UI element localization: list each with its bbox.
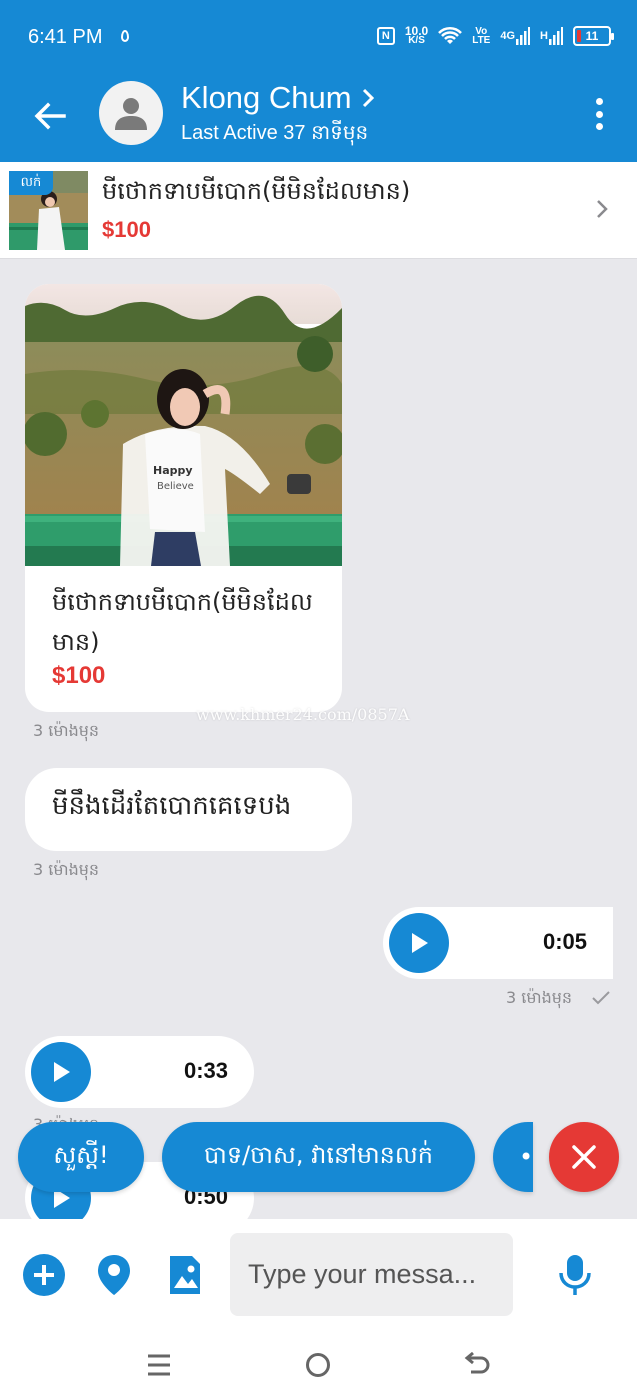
message-input[interactable]	[230, 1233, 513, 1316]
back-nav-button[interactable]	[459, 1347, 495, 1383]
data-saver-icon	[121, 30, 129, 42]
network-speed-unit: K/S	[408, 35, 425, 46]
outgoing-audio-message: 0:05	[383, 907, 613, 979]
chevron-right-icon	[362, 88, 374, 108]
close-icon	[572, 1145, 596, 1169]
quick-reply-still-available[interactable]: បាទ/ចាស, វានៅមានលក់	[162, 1122, 475, 1192]
person-icon	[115, 98, 147, 130]
product-price: $100	[102, 217, 151, 242]
message-text: មីនឹងដើរតែបោកគេទេបង	[52, 791, 292, 821]
status-bar: 6:41 PM N 10.0 K/S Vo LTE 4G H 11	[0, 0, 637, 76]
card-price: $100	[52, 662, 106, 689]
plus-circle-icon	[23, 1254, 65, 1296]
audio-duration: 0:05	[542, 929, 587, 954]
sent-check-icon	[592, 991, 610, 1005]
contact-name-label: Klong Chum	[181, 80, 352, 115]
volte-icon: Vo LTE	[472, 27, 491, 46]
avatar[interactable]	[99, 81, 163, 145]
quick-reply-label: បាទ/ចាស, វានៅមានលក់	[203, 1140, 433, 1169]
card-title: មីថោកទាបមីបោក(មីមិនដែលមាន)	[52, 588, 313, 656]
more-dot-icon	[595, 98, 603, 105]
voice-record-button[interactable]	[553, 1253, 597, 1297]
message-timestamp: 3 ម៉ោងមុន	[33, 860, 100, 879]
add-button[interactable]	[22, 1253, 66, 1297]
status-time: 6:41 PM	[28, 26, 103, 48]
image-icon	[170, 1256, 200, 1294]
signal-h-icon: H	[540, 27, 563, 45]
message-timestamp: 3 ម៉ោងមុន	[506, 988, 573, 1007]
incoming-text-message[interactable]: មីនឹងដើរតែបោកគេទេបង	[25, 768, 352, 851]
battery-icon: 11	[573, 26, 614, 46]
status-icons: N 10.0 K/S Vo LTE 4G H 11	[376, 25, 614, 46]
close-quick-replies-button[interactable]	[549, 1122, 619, 1192]
microphone-icon	[559, 1255, 591, 1295]
quick-reply-label: •	[519, 1143, 534, 1171]
location-button[interactable]	[92, 1253, 136, 1297]
network-4g-label: 4G	[500, 30, 516, 42]
play-button[interactable]	[389, 913, 449, 973]
product-photo: Happy Believe	[25, 284, 342, 566]
quick-reply-hello[interactable]: សួស្តី!	[18, 1122, 144, 1192]
network-speed: 10.0 K/S	[405, 25, 428, 46]
chevron-right-icon	[597, 200, 608, 218]
arrow-left-icon	[34, 102, 66, 130]
quick-reply-label: សួស្តី!	[53, 1140, 109, 1169]
sale-tag: លក់	[9, 171, 53, 195]
more-options-button[interactable]	[587, 94, 611, 134]
system-navigation-bar	[0, 1329, 637, 1400]
more-dot-icon	[595, 110, 603, 118]
play-button[interactable]	[31, 1042, 91, 1102]
wifi-icon	[438, 26, 463, 46]
image-button[interactable]	[163, 1253, 207, 1297]
signal-4g-icon: 4G	[500, 27, 531, 45]
home-nav-button[interactable]	[300, 1347, 336, 1383]
last-active-status: Last Active 37 នាទីមុន	[181, 122, 369, 144]
menu-icon	[148, 1354, 170, 1376]
product-bar[interactable]: លក់ មីថោកទាបមីបោក(មីមិនដែលមាន) $100	[0, 162, 637, 259]
chat-header: Klong Chum Last Active 37 នាទីមុន	[0, 76, 637, 162]
nfc-icon: N	[376, 27, 395, 45]
location-pin-icon	[98, 1255, 130, 1295]
network-h-label: H	[540, 30, 548, 42]
quick-reply-more[interactable]: •	[493, 1122, 533, 1192]
incoming-audio-message: 0:33	[25, 1036, 254, 1108]
svg-text:Believe: Believe	[157, 481, 194, 492]
product-title: មីថោកទាបមីបោក(មីមិនដែលមាន)	[102, 177, 411, 205]
volte-bottom: LTE	[472, 35, 491, 46]
audio-duration: 0:33	[183, 1058, 228, 1083]
back-button[interactable]	[28, 94, 72, 138]
back-arrow-icon	[464, 1352, 490, 1374]
play-icon	[412, 933, 428, 953]
product-card-message[interactable]: Happy Believe មីថោកទាបមីបោក(មីមិនដែលមាន)…	[25, 284, 342, 712]
contact-name[interactable]: Klong Chum	[181, 80, 374, 116]
play-icon	[54, 1062, 70, 1082]
home-circle-icon	[306, 1353, 330, 1377]
battery-level: 11	[585, 29, 599, 43]
svg-text:Happy: Happy	[153, 464, 193, 477]
message-timestamp: 3 ម៉ោងមុន	[33, 721, 100, 740]
more-dot-icon	[595, 123, 603, 130]
menu-nav-button[interactable]	[141, 1347, 177, 1383]
watermark: www.khmer24.com/0857A	[196, 705, 410, 724]
message-input-bar	[0, 1219, 637, 1329]
